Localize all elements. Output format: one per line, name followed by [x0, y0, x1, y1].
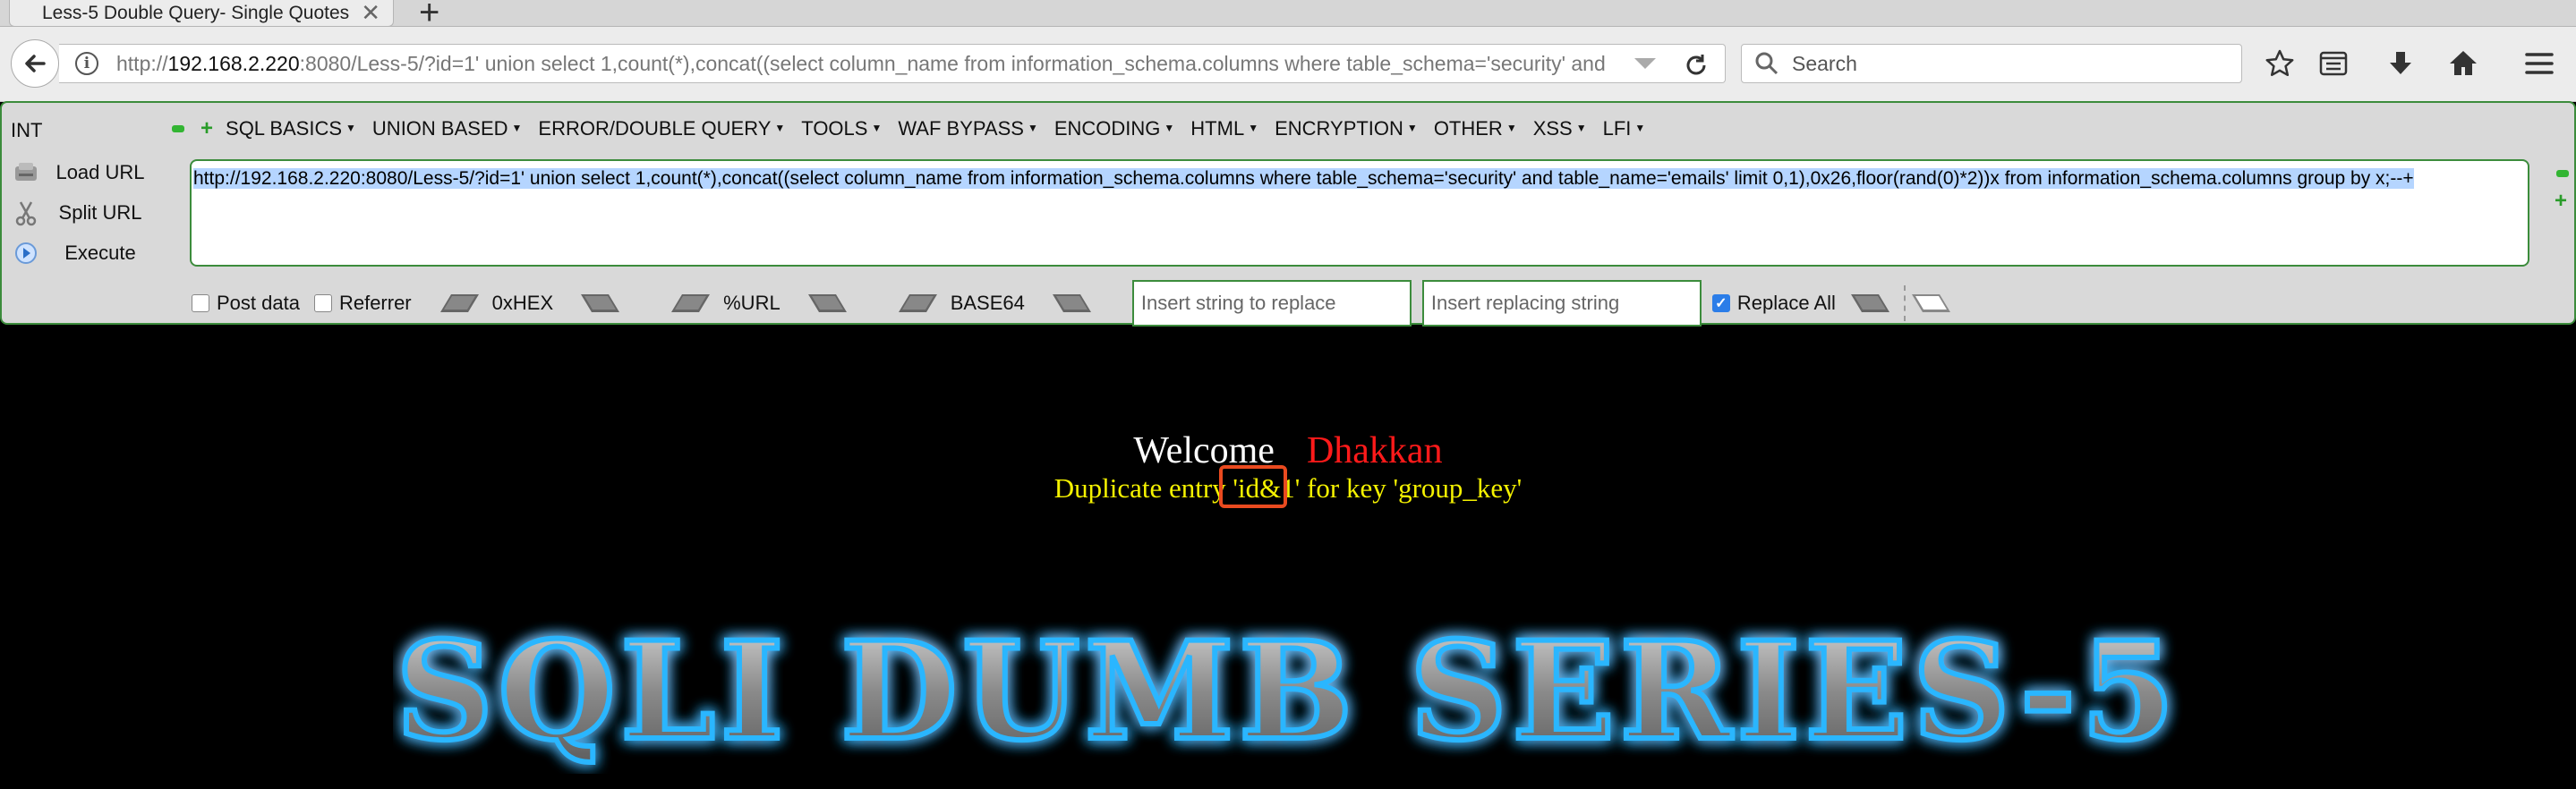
replace-arrow-icon[interactable] — [1850, 293, 1891, 313]
back-button[interactable] — [11, 39, 59, 88]
int-dropdown[interactable]: INT — [11, 119, 42, 142]
address-bar-url[interactable]: http://192.168.2.220:8080/Less-5/?id=1' … — [116, 52, 1629, 76]
menu-error-double-query[interactable]: ERROR/DOUBLE QUERY ▼ — [538, 117, 785, 140]
base64-decode-arrow-icon[interactable] — [897, 293, 938, 313]
base64-label: BASE64 — [950, 292, 1025, 314]
welcome-line: Welcome Dhakkan — [0, 429, 2576, 472]
tab-strip: Less-5 Double Query- Single Quotes ✕ + — [0, 0, 2576, 30]
referrer-checkbox[interactable] — [313, 294, 332, 312]
browser-tab[interactable]: Less-5 Double Query- Single Quotes ✕ — [9, 0, 394, 27]
user-name: Dhakkan — [1306, 430, 1443, 471]
post-data-label: Post data — [217, 292, 300, 314]
hex-decode-arrow-icon[interactable] — [439, 293, 480, 313]
new-tab-icon[interactable]: + — [419, 0, 439, 30]
url-decode-arrow-icon[interactable] — [670, 293, 711, 313]
execute-button[interactable]: Execute — [13, 240, 145, 267]
home-icon[interactable] — [2448, 48, 2478, 79]
menu-union-based[interactable]: UNION BASED ▼ — [372, 117, 522, 140]
referrer-label: Referrer — [338, 292, 412, 314]
base64-encode-arrow-icon[interactable] — [1052, 293, 1093, 313]
replace-all-label: Replace All — [1736, 292, 1836, 314]
bookmark-star-icon[interactable] — [2265, 48, 2295, 79]
hex-label: 0xHEX — [491, 292, 554, 314]
hackbar-url-value: http://192.168.2.220:8080/Less-5/?id=1' … — [193, 168, 2414, 189]
menu-encoding[interactable]: ENCODING ▼ — [1054, 117, 1174, 140]
menu-other[interactable]: OTHER ▼ — [1434, 117, 1517, 140]
hackbar-options: Post data Referrer 0xHEX %URL BASE64 Ins… — [192, 278, 1952, 328]
url-encode-arrow-icon[interactable] — [807, 293, 849, 313]
url-encode-label: %URL — [723, 292, 780, 314]
search-bar[interactable]: Search — [1741, 44, 2242, 83]
reading-list-icon[interactable] — [2318, 48, 2349, 79]
tab-title: Less-5 Double Query- Single Quotes — [42, 2, 350, 23]
hackbar-url-textarea[interactable]: http://192.168.2.220:8080/Less-5/?id=1' … — [190, 159, 2529, 267]
reload-icon[interactable] — [1683, 52, 1710, 79]
separator — [1903, 285, 1906, 321]
replacing-string-input[interactable]: Insert replacing string — [1421, 280, 1702, 327]
menu-encryption[interactable]: ENCRYPTION ▼ — [1275, 117, 1418, 140]
navigation-toolbar: i http://192.168.2.220:8080/Less-5/?id=1… — [0, 27, 2576, 102]
load-url-button[interactable]: Load URL — [13, 159, 145, 186]
apply-arrow-icon[interactable] — [1911, 293, 1952, 313]
scissors-icon — [13, 199, 39, 226]
menu-tools[interactable]: TOOLS ▼ — [801, 117, 882, 140]
menu-lfi[interactable]: LFI ▼ — [1603, 117, 1646, 140]
expand-textarea-icon[interactable]: + — [2555, 191, 2567, 212]
menu-html[interactable]: HTML ▼ — [1190, 117, 1258, 140]
history-dropdown-icon[interactable] — [1634, 58, 1656, 69]
highlight-box — [1219, 465, 1287, 508]
back-arrow-icon — [25, 55, 46, 72]
menu-waf-bypass[interactable]: WAF BYPASS ▼ — [898, 117, 1037, 140]
site-info-icon[interactable]: i — [75, 52, 98, 75]
banner-text: SQLI DUMB SERIES-5 — [396, 613, 2179, 770]
search-placeholder: Search — [1792, 51, 1857, 75]
play-icon — [13, 240, 39, 267]
hex-encode-arrow-icon[interactable] — [580, 293, 621, 313]
download-icon[interactable] — [2385, 48, 2416, 79]
shrink-textarea-icon[interactable] — [2556, 170, 2569, 177]
increase-icon[interactable]: + — [200, 118, 213, 140]
hackbar-menu: + SQL BASICS ▼ UNION BASED ▼ ERROR/DOUBLE … — [172, 117, 1661, 140]
post-data-checkbox[interactable] — [192, 294, 209, 312]
close-tab-icon[interactable]: ✕ — [361, 0, 380, 25]
split-url-button[interactable]: Split URL — [13, 199, 145, 226]
decrease-icon[interactable] — [172, 125, 184, 132]
search-icon — [1755, 52, 1778, 75]
menu-icon[interactable] — [2524, 48, 2555, 79]
page-content: Welcome Dhakkan Duplicate entry 'id&1' fo… — [0, 327, 2576, 789]
menu-sql-basics[interactable]: SQL BASICS ▼ — [226, 117, 356, 140]
sql-error-message: Duplicate entry 'id&1' for key 'group_ke… — [1053, 472, 1523, 504]
replace-string-input[interactable]: Insert string to replace — [1131, 280, 1412, 327]
menu-xss[interactable]: XSS ▼ — [1533, 117, 1587, 140]
banner-image: SQLI DUMB SERIES-5 — [0, 613, 2576, 774]
address-bar[interactable]: i http://192.168.2.220:8080/Less-5/?id=1… — [59, 44, 1726, 83]
load-url-icon — [13, 159, 39, 186]
replace-all-checkbox[interactable]: ✓ — [1711, 294, 1730, 312]
hackbar-panel: INT + SQL BASICS ▼ UNION BASED ▼ ERROR/DOU… — [0, 101, 2576, 328]
